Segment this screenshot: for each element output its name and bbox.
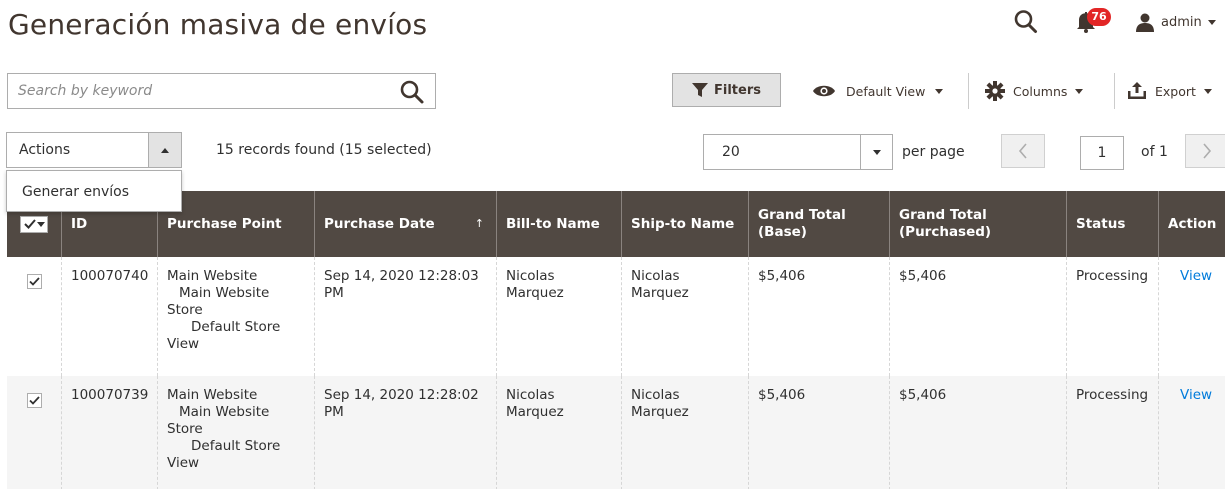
column-header-purchase-date[interactable]: Purchase Date ↑: [314, 191, 496, 257]
cell-status: Processing: [1066, 376, 1158, 489]
cell-grand-total-base: $5,406: [748, 257, 889, 376]
actions-label: Actions: [19, 142, 71, 158]
cell-bill-to-name: Nicolas Marquez: [496, 376, 621, 489]
cell-status: Processing: [1066, 257, 1158, 376]
chevron-down-icon: [1075, 88, 1084, 94]
export-icon: [1128, 82, 1146, 99]
actions-toggle[interactable]: [148, 133, 181, 167]
row-checkbox[interactable]: [26, 393, 42, 408]
next-page-button[interactable]: [1185, 134, 1225, 168]
per-page-toggle[interactable]: [860, 135, 892, 169]
cell-purchase-point: Main Website Main Website Store Default …: [157, 376, 314, 489]
cell-grand-total-purchased: $5,406: [889, 376, 1066, 489]
view-order-link[interactable]: View: [1158, 376, 1225, 489]
column-header-ship-to-name[interactable]: Ship-to Name: [621, 191, 748, 257]
page-title: Generación masiva de envíos: [8, 8, 428, 41]
column-header-grand-total-base[interactable]: Grand Total (Base): [748, 191, 889, 257]
chevron-down-icon: [872, 149, 881, 155]
chevron-down-icon: [1207, 19, 1216, 25]
filters-label: Filters: [714, 82, 761, 98]
toolbar-divider: [968, 73, 969, 109]
mass-actions-dropdown[interactable]: Actions: [6, 132, 182, 168]
mass-select-checkbox[interactable]: [20, 215, 48, 233]
cell-id: 100070739: [61, 376, 157, 489]
keyword-search-box: [7, 73, 436, 109]
search-input[interactable]: [8, 74, 378, 108]
per-page-select[interactable]: 20: [703, 134, 893, 170]
page-total-label: of 1: [1141, 144, 1168, 160]
gear-icon: [985, 81, 1005, 101]
sort-ascending-icon: ↑: [474, 217, 484, 230]
row-checkbox[interactable]: [26, 274, 42, 289]
chevron-right-icon: [1203, 143, 1212, 159]
column-header-action: Action: [1158, 191, 1225, 257]
admin-user-menu[interactable]: admin: [1135, 10, 1216, 34]
column-header-grand-total-purchased[interactable]: Grand Total (Purchased): [889, 191, 1066, 257]
column-header-bill-to-name[interactable]: Bill-to Name: [496, 191, 621, 257]
chevron-left-icon: [1018, 143, 1027, 159]
checkmark-icon: [23, 219, 36, 229]
view-order-link[interactable]: View: [1158, 257, 1225, 376]
table-row: 100070739 Main Website Main Website Stor…: [7, 376, 1225, 489]
actions-menu: Generar envíos: [6, 170, 182, 212]
columns-label: Columns: [1013, 83, 1068, 99]
columns-dropdown[interactable]: Columns: [985, 78, 1084, 104]
checkmark-icon: [28, 396, 40, 405]
row-select-cell: [7, 257, 61, 376]
per-page-label: per page: [902, 144, 965, 160]
export-label: Export: [1155, 83, 1196, 99]
page-number-input[interactable]: 1: [1080, 136, 1124, 170]
cell-bill-to-name: Nicolas Marquez: [496, 257, 621, 376]
funnel-icon: [692, 83, 708, 97]
chevron-down-icon: [1203, 88, 1212, 94]
export-dropdown[interactable]: Export: [1127, 78, 1212, 104]
chevron-down-icon: [36, 221, 45, 227]
cell-purchase-date: Sep 14, 2020 12:28:02 PM: [314, 376, 496, 489]
table-row: 100070740 Main Website Main Website Stor…: [7, 257, 1225, 376]
action-generar-envios[interactable]: Generar envíos: [22, 184, 129, 200]
cell-purchase-date: Sep 14, 2020 12:28:03 PM: [314, 257, 496, 376]
cell-ship-to-name: Nicolas Marquez: [621, 257, 748, 376]
toolbar-divider: [1114, 73, 1115, 109]
chevron-up-icon: [161, 147, 169, 153]
cell-ship-to-name: Nicolas Marquez: [621, 376, 748, 489]
chevron-down-icon: [935, 88, 944, 94]
eye-icon: [813, 85, 835, 97]
per-page-value: 20: [722, 144, 740, 160]
notification-count-badge[interactable]: 76: [1087, 8, 1111, 26]
global-search-icon[interactable]: [1013, 8, 1039, 36]
cell-purchase-point: Main Website Main Website Store Default …: [157, 257, 314, 376]
cell-id: 100070740: [61, 257, 157, 376]
grid-header: ID Purchase Point Purchase Date ↑ Bill-to…: [7, 191, 1225, 257]
search-icon[interactable]: [399, 79, 425, 105]
previous-page-button[interactable]: [1001, 134, 1045, 168]
cell-grand-total-purchased: $5,406: [889, 257, 1066, 376]
cell-grand-total-base: $5,406: [748, 376, 889, 489]
records-found-text: 15 records found (15 selected): [216, 142, 432, 158]
default-view-dropdown[interactable]: Default View: [812, 78, 944, 104]
view-label: Default View: [846, 83, 926, 99]
user-icon: [1136, 13, 1154, 32]
column-header-status[interactable]: Status: [1066, 191, 1158, 257]
row-select-cell: [7, 376, 61, 489]
user-name: admin: [1161, 14, 1202, 30]
checkmark-icon: [28, 277, 40, 286]
filters-button[interactable]: Filters: [672, 73, 781, 107]
